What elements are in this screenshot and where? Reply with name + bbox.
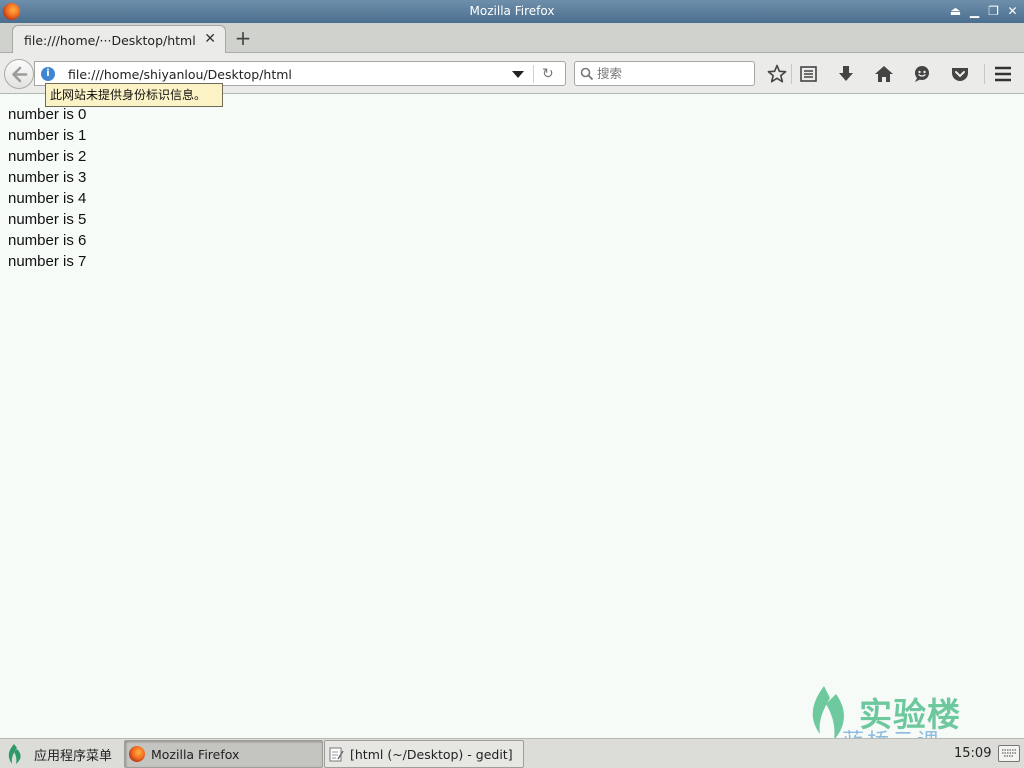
taskbar-item-firefox[interactable]: Mozilla Firefox bbox=[124, 740, 323, 768]
tab-close-icon[interactable]: ✕ bbox=[204, 31, 216, 47]
window-title: Mozilla Firefox bbox=[469, 4, 555, 18]
gedit-icon bbox=[329, 747, 344, 761]
output-line: number is 4 bbox=[8, 190, 87, 207]
restore-button[interactable]: ❐ bbox=[986, 3, 1001, 19]
url-history-dropdown-icon[interactable] bbox=[511, 67, 525, 81]
toolbar-separator bbox=[791, 64, 792, 84]
back-button[interactable] bbox=[4, 59, 34, 89]
hello-chat-icon[interactable] bbox=[911, 63, 933, 85]
output-line: number is 7 bbox=[8, 253, 87, 270]
applications-menu-button[interactable]: 应用程序菜单 bbox=[6, 742, 112, 766]
firefox-icon bbox=[129, 746, 145, 762]
output-lines: number is 0 number is 1 number is 2 numb… bbox=[8, 104, 86, 272]
taskbar: 应用程序菜单 Mozilla Firefox [html (~/Desktop)… bbox=[0, 738, 1024, 768]
output-line: number is 3 bbox=[8, 169, 87, 186]
output-line: number is 2 bbox=[8, 148, 87, 165]
output-line: number is 6 bbox=[8, 232, 87, 249]
output-line: number is 1 bbox=[8, 127, 87, 144]
hamburger-menu-icon[interactable] bbox=[992, 63, 1014, 85]
app-menu-label: 应用程序菜单 bbox=[34, 748, 113, 764]
bookmarks-menu-icon[interactable] bbox=[798, 63, 820, 85]
url-separator bbox=[533, 65, 534, 83]
window-controls: ⏏ ▁ ❐ ✕ bbox=[948, 3, 1020, 19]
keyboard-icon[interactable] bbox=[998, 745, 1020, 762]
search-icon bbox=[580, 67, 594, 81]
output-line: number is 5 bbox=[8, 211, 87, 228]
taskbar-item-label: Mozilla Firefox bbox=[151, 746, 240, 762]
clock[interactable]: 15:09 bbox=[954, 746, 991, 761]
bookmark-star-icon[interactable] bbox=[766, 63, 788, 85]
url-input[interactable]: file:///home/shiyanlou/Desktop/html bbox=[68, 67, 292, 82]
output-line: number is 0 bbox=[8, 106, 87, 123]
reload-icon[interactable]: ↻ bbox=[542, 66, 554, 82]
taskbar-item-gedit[interactable]: [html (~/Desktop) - gedit] bbox=[324, 740, 524, 768]
search-input[interactable] bbox=[597, 65, 747, 82]
pocket-icon[interactable] bbox=[949, 63, 971, 85]
shiyanlou-watermark: 实验楼 蓝桥云课 bbox=[806, 682, 1021, 755]
toolbar-separator bbox=[984, 64, 985, 84]
back-arrow-icon bbox=[12, 66, 28, 83]
new-tab-button[interactable]: + bbox=[233, 26, 253, 50]
tab-strip: file:///home/···Desktop/html ✕ + bbox=[0, 23, 1024, 53]
window-titlebar[interactable]: Mozilla Firefox ⏏ ▁ ❐ ✕ bbox=[0, 0, 1024, 23]
close-button[interactable]: ✕ bbox=[1005, 3, 1020, 19]
shade-button[interactable]: ⏏ bbox=[948, 3, 963, 19]
search-bar[interactable] bbox=[574, 61, 755, 86]
app-menu-logo-icon bbox=[8, 744, 21, 764]
site-identity-tooltip: 此网站未提供身份标识信息。 bbox=[45, 83, 223, 107]
tab-label: file:///home/···Desktop/html bbox=[24, 33, 196, 48]
home-icon[interactable] bbox=[873, 63, 895, 85]
taskbar-item-label: [html (~/Desktop) - gedit] bbox=[350, 746, 513, 762]
minimize-button[interactable]: ▁ bbox=[967, 3, 982, 19]
tab-html[interactable]: file:///home/···Desktop/html ✕ bbox=[12, 25, 226, 53]
site-info-icon[interactable]: i bbox=[41, 67, 55, 81]
downloads-icon[interactable] bbox=[835, 63, 857, 85]
keyboard-keys-icon bbox=[1002, 749, 1016, 757]
page-content: number is 0 number is 1 number is 2 numb… bbox=[0, 95, 1024, 738]
